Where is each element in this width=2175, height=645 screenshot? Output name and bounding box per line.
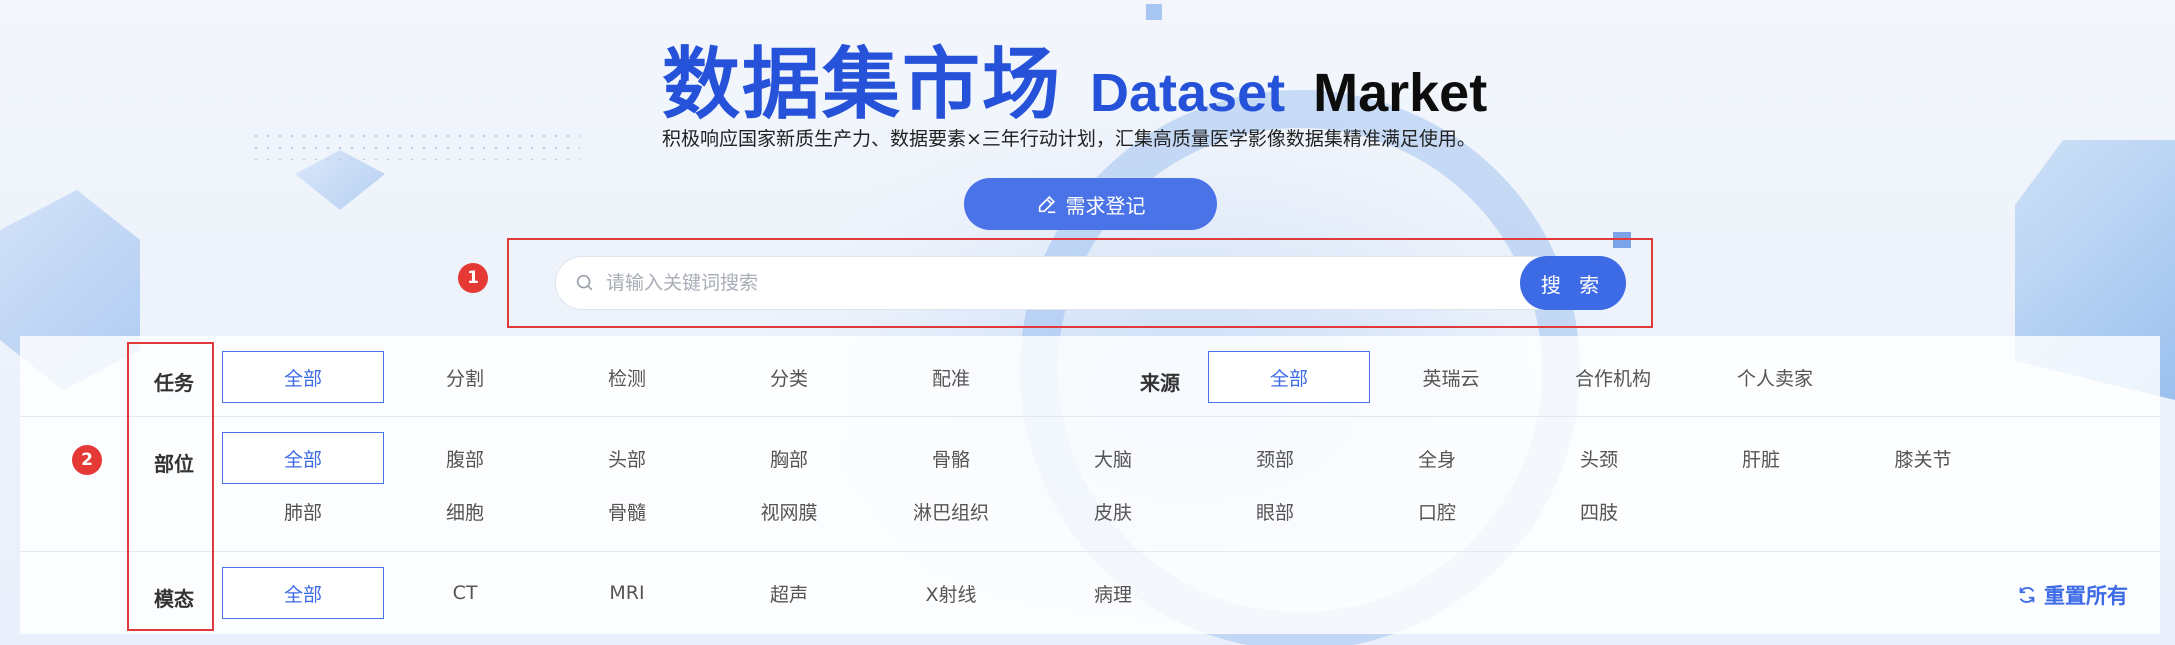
page-title-en-market: Market xyxy=(1313,63,1488,123)
annotation-box-filter-labels xyxy=(127,342,214,631)
refresh-icon xyxy=(2019,587,2035,603)
filter-part-option[interactable]: 头部 xyxy=(546,432,708,484)
filter-task-option[interactable]: 检测 xyxy=(546,351,708,403)
search-input[interactable] xyxy=(606,272,1520,294)
filter-part-option[interactable]: 头颈 xyxy=(1518,432,1680,484)
annotation-badge-1: 1 xyxy=(458,263,488,293)
filter-part-option[interactable]: 全身 xyxy=(1356,432,1518,484)
search-bar: 搜 索 xyxy=(555,256,1626,310)
filter-part-option[interactable]: 颈部 xyxy=(1194,432,1356,484)
page-title-en-dataset: Dataset xyxy=(1090,63,1286,123)
filter-modality-option[interactable]: 超声 xyxy=(708,567,870,619)
annotation-badge-2: 2 xyxy=(72,445,102,475)
filter-row-divider xyxy=(20,416,2160,417)
filter-panel: 任务 全部 分割 检测 分类 配准 来源 全部 英瑞云 合作机构 个人卖家 部位… xyxy=(20,336,2160,634)
background-square xyxy=(1146,4,1162,20)
filter-part-option[interactable]: 全部 xyxy=(222,432,384,484)
filter-part-option[interactable]: 皮肤 xyxy=(1032,485,1194,537)
background-cube-small xyxy=(295,150,385,210)
filter-task-option[interactable]: 分割 xyxy=(384,351,546,403)
filter-modality-option[interactable]: 全部 xyxy=(222,567,384,619)
reset-all-label: 重置所有 xyxy=(2044,584,2128,608)
filter-part-option[interactable]: 骨骼 xyxy=(870,432,1032,484)
search-icon xyxy=(576,274,593,291)
filter-source-option[interactable]: 全部 xyxy=(1208,351,1370,403)
search-button[interactable]: 搜 索 xyxy=(1520,256,1626,310)
filter-part-option[interactable]: 大脑 xyxy=(1032,432,1194,484)
page-title: 数据集市场 Dataset Market xyxy=(662,22,1487,134)
filter-modality-option[interactable]: MRI xyxy=(546,567,708,619)
page-title-cn: 数据集市场 xyxy=(662,40,1063,130)
filter-label-source: 来源 xyxy=(1140,371,1180,395)
filter-part-option[interactable]: 视网膜 xyxy=(708,485,870,537)
background-dot-grid xyxy=(250,130,580,160)
filter-part-option[interactable]: 口腔 xyxy=(1356,485,1518,537)
filter-source-option[interactable]: 个人卖家 xyxy=(1694,351,1856,403)
filter-part-option[interactable]: 腹部 xyxy=(384,432,546,484)
demand-register-button[interactable]: 需求登记 xyxy=(964,178,1217,230)
filter-row-divider xyxy=(20,551,2160,552)
filter-task-option[interactable]: 分类 xyxy=(708,351,870,403)
filter-part-option[interactable]: 四肢 xyxy=(1518,485,1680,537)
filter-task-option[interactable]: 配准 xyxy=(870,351,1032,403)
demand-register-label: 需求登记 xyxy=(1065,195,1146,218)
filter-modality-option[interactable]: 病理 xyxy=(1032,567,1194,619)
filter-part-option[interactable]: 细胞 xyxy=(384,485,546,537)
filter-part-option[interactable]: 淋巴组织 xyxy=(870,485,1032,537)
filter-source-option[interactable]: 英瑞云 xyxy=(1370,351,1532,403)
edit-pen-icon xyxy=(1038,195,1055,214)
page-subtitle: 积极响应国家新质生产力、数据要素×三年行动计划，汇集高质量医学影像数据集精准满足… xyxy=(662,128,1476,150)
filter-part-option[interactable]: 骨髓 xyxy=(546,485,708,537)
filter-part-option[interactable]: 膝关节 xyxy=(1842,432,2004,484)
filter-task-option[interactable]: 全部 xyxy=(222,351,384,403)
filter-source-option[interactable]: 合作机构 xyxy=(1532,351,1694,403)
reset-all-button[interactable]: 重置所有 xyxy=(2016,580,2128,610)
filter-modality-option[interactable]: X射线 xyxy=(870,567,1032,619)
filter-part-option[interactable]: 肝脏 xyxy=(1680,432,1842,484)
filter-part-option[interactable]: 肺部 xyxy=(222,485,384,537)
filter-part-option[interactable]: 眼部 xyxy=(1194,485,1356,537)
filter-modality-option[interactable]: CT xyxy=(384,567,546,619)
filter-part-option[interactable]: 胸部 xyxy=(708,432,870,484)
